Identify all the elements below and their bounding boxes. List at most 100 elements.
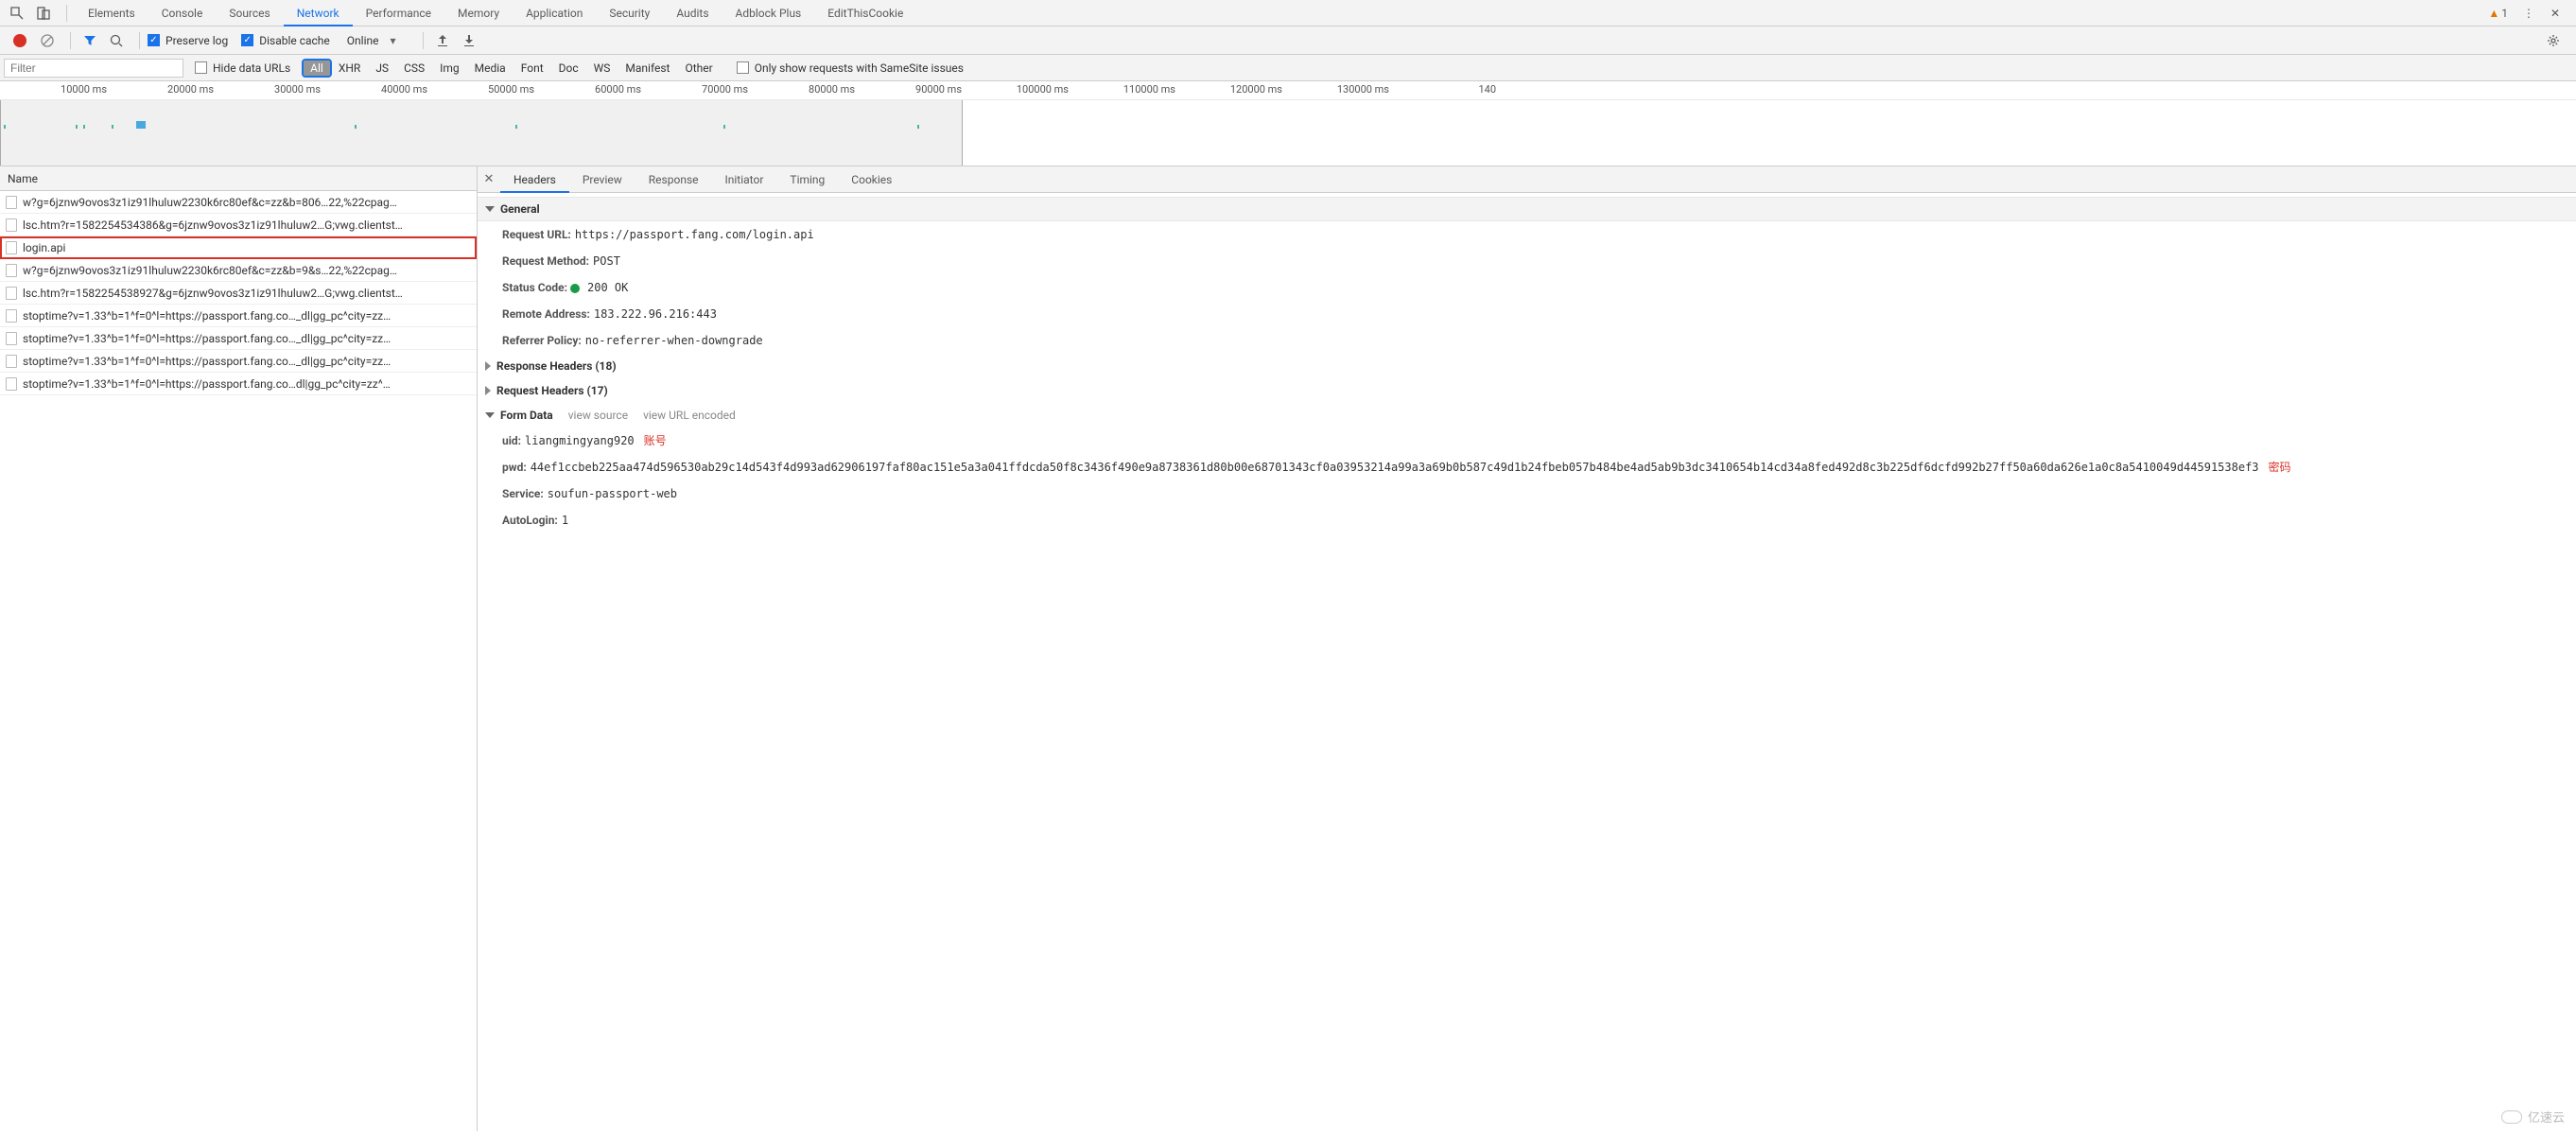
detail-tab-response[interactable]: Response — [635, 166, 712, 193]
request-name: login.api — [23, 236, 65, 259]
timeline-tick: 70000 ms — [702, 83, 748, 96]
request-name: lsc.htm?r=1582254538927&g=6jznw9ovos3z1i… — [23, 282, 403, 305]
main-tab-console[interactable]: Console — [148, 0, 217, 26]
timeline-tick: 130000 ms — [1337, 83, 1389, 96]
main-tab-network[interactable]: Network — [284, 0, 353, 26]
timeline-selection[interactable] — [0, 100, 963, 166]
inspect-icon[interactable] — [6, 2, 28, 25]
file-icon — [6, 355, 17, 368]
type-chip-xhr[interactable]: XHR — [332, 61, 367, 76]
close-devtools-icon[interactable]: ✕ — [2544, 2, 2567, 25]
filter-input[interactable] — [4, 59, 183, 78]
type-chip-ws[interactable]: WS — [587, 61, 618, 76]
timeline-marker — [723, 125, 725, 129]
request-headers-section-header[interactable]: Request Headers (17) — [478, 378, 2576, 403]
warning-count[interactable]: 1 — [2501, 7, 2508, 20]
request-row[interactable]: w?g=6jznw9ovos3z1iz91lhuluw2230k6rc80ef&… — [0, 191, 477, 214]
file-icon — [6, 309, 17, 323]
general-section-header[interactable]: General — [478, 197, 2576, 221]
main-tab-application[interactable]: Application — [513, 0, 596, 26]
type-chip-css[interactable]: CSS — [397, 61, 431, 76]
timeline-tick: 140 — [1478, 83, 1496, 96]
timeline-marker — [112, 125, 113, 129]
request-row[interactable]: lsc.htm?r=1582254538927&g=6jznw9ovos3z1i… — [0, 282, 477, 305]
request-list-panel: Name w?g=6jznw9ovos3z1iz91lhuluw2230k6rc… — [0, 166, 478, 1131]
status-code-row: Status Code: 200 OK — [478, 274, 2576, 301]
type-chip-doc[interactable]: Doc — [552, 61, 585, 76]
file-icon — [6, 377, 17, 391]
search-icon[interactable] — [105, 29, 128, 52]
form-data-section-header[interactable]: Form Data view source view URL encoded — [478, 403, 2576, 428]
separator — [66, 5, 67, 22]
timeline-tick: 50000 ms — [488, 83, 534, 96]
detail-tab-headers[interactable]: Headers — [500, 166, 569, 193]
response-headers-section-header[interactable]: Response Headers (18) — [478, 354, 2576, 378]
main-tab-adblock-plus[interactable]: Adblock Plus — [722, 0, 815, 26]
main-tab-audits[interactable]: Audits — [663, 0, 722, 26]
request-name: w?g=6jznw9ovos3z1iz91lhuluw2230k6rc80ef&… — [23, 259, 397, 282]
type-chip-font[interactable]: Font — [514, 61, 550, 76]
disable-cache-checkbox[interactable]: Disable cache — [241, 34, 330, 47]
type-chip-img[interactable]: Img — [433, 61, 466, 76]
type-chip-manifest[interactable]: Manifest — [618, 61, 676, 76]
samesite-checkbox[interactable]: Only show requests with SameSite issues — [737, 61, 964, 75]
record-button[interactable] — [13, 34, 26, 47]
detail-tab-preview[interactable]: Preview — [569, 166, 635, 193]
timeline-ruler[interactable]: 10000 ms20000 ms30000 ms40000 ms50000 ms… — [0, 81, 2576, 100]
throttling-select[interactable]: Online — [343, 34, 396, 47]
request-row[interactable]: login.api — [0, 236, 477, 259]
form-pwd-row: pwd:44ef1ccbeb225aa474d596530ab29c14d543… — [478, 454, 2576, 480]
request-row[interactable]: stoptime?v=1.33^b=1^f=0^l=https://passpo… — [0, 327, 477, 350]
timeline-tick: 100000 ms — [1017, 83, 1069, 96]
main-tab-security[interactable]: Security — [596, 0, 663, 26]
main-tab-performance[interactable]: Performance — [353, 0, 444, 26]
hide-data-urls-checkbox[interactable]: Hide data URLs — [195, 61, 290, 75]
detail-panel: ✕ HeadersPreviewResponseInitiatorTimingC… — [478, 166, 2576, 1131]
timeline-overview[interactable] — [0, 100, 2576, 166]
upload-har-icon[interactable] — [431, 29, 454, 52]
request-url-row: Request URL:https://passport.fang.com/lo… — [478, 221, 2576, 248]
main-tab-sources[interactable]: Sources — [216, 0, 283, 26]
detail-tab-timing[interactable]: Timing — [776, 166, 838, 193]
request-row[interactable]: stoptime?v=1.33^b=1^f=0^l=https://passpo… — [0, 305, 477, 327]
type-chip-other[interactable]: Other — [678, 61, 719, 76]
timeline-tick: 40000 ms — [381, 83, 427, 96]
main-tab-elements[interactable]: Elements — [75, 0, 148, 26]
detail-tab-initiator[interactable]: Initiator — [712, 166, 777, 193]
request-row[interactable]: stoptime?v=1.33^b=1^f=0^l=https://passpo… — [0, 350, 477, 373]
settings-gear-icon[interactable] — [2542, 29, 2565, 52]
request-name: lsc.htm?r=1582254534386&g=6jznw9ovos3z1i… — [23, 214, 403, 236]
separator — [70, 32, 71, 49]
main-tab-row: ElementsConsoleSourcesNetworkPerformance… — [75, 0, 1281, 26]
timeline-tick: 110000 ms — [1123, 83, 1175, 96]
view-source-link[interactable]: view source — [568, 403, 628, 428]
request-row[interactable]: stoptime?v=1.33^b=1^f=0^l=https://passpo… — [0, 373, 477, 395]
main-tab-memory[interactable]: Memory — [444, 0, 513, 26]
request-row[interactable]: w?g=6jznw9ovos3z1iz91lhuluw2230k6rc80ef&… — [0, 259, 477, 282]
kebab-menu-icon[interactable]: ⋮ — [2517, 2, 2540, 25]
timeline-tick: 60000 ms — [595, 83, 641, 96]
download-har-icon[interactable] — [458, 29, 480, 52]
request-list: w?g=6jznw9ovos3z1iz91lhuluw2230k6rc80ef&… — [0, 191, 477, 1131]
name-column-header[interactable]: Name — [0, 166, 477, 191]
timeline-marker — [355, 125, 357, 129]
type-chip-media[interactable]: Media — [468, 61, 513, 76]
timeline-tick: 20000 ms — [167, 83, 214, 96]
clear-icon[interactable] — [36, 29, 59, 52]
view-url-encoded-link[interactable]: view URL encoded — [643, 403, 736, 428]
type-chip-all[interactable]: All — [304, 61, 330, 76]
warning-icon[interactable]: ▲ — [2488, 7, 2499, 20]
timeline-marker — [515, 125, 517, 129]
preserve-log-checkbox[interactable]: Preserve log — [148, 34, 228, 47]
close-detail-icon[interactable]: ✕ — [478, 172, 500, 186]
detail-tab-cookies[interactable]: Cookies — [838, 166, 905, 193]
main-tab-editthiscookie[interactable]: EditThisCookie — [814, 0, 916, 26]
device-toggle-icon[interactable] — [32, 2, 55, 25]
request-row[interactable]: lsc.htm?r=1582254534386&g=6jznw9ovos3z1i… — [0, 214, 477, 236]
watermark: 亿速云 — [2501, 1108, 2565, 1126]
file-icon — [6, 218, 17, 232]
file-icon — [6, 332, 17, 345]
filter-row: Hide data URLs AllXHRJSCSSImgMediaFontDo… — [0, 55, 2576, 81]
type-chip-js[interactable]: JS — [369, 61, 395, 76]
filter-toggle-icon[interactable] — [78, 29, 101, 52]
